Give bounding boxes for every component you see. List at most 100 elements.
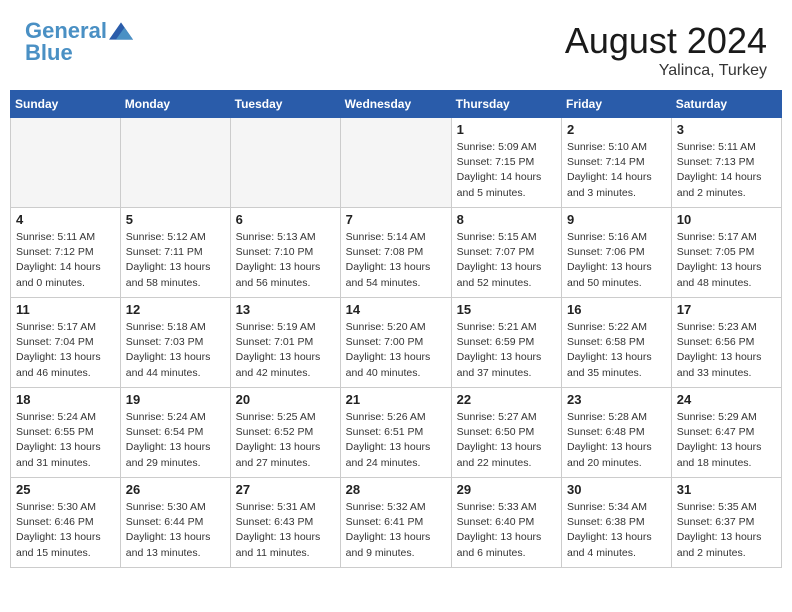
calendar-cell: 30Sunrise: 5:34 AMSunset: 6:38 PMDayligh… (562, 478, 672, 568)
day-info: Sunrise: 5:31 AMSunset: 6:43 PMDaylight:… (236, 500, 335, 561)
calendar-cell: 24 Sunrise: 5:29 AMSunset: 6:47 PMDayligh… (671, 388, 781, 478)
day-info: Sunrise: 5:22 AMSunset: 6:58 PMDaylight:… (567, 320, 666, 381)
calendar-cell: 6Sunrise: 5:13 AMSunset: 7:10 PMDaylight… (230, 208, 340, 298)
weekday-header-friday: Friday (562, 91, 672, 118)
day-number: 1 (457, 122, 556, 137)
calendar-cell: 26 Sunrise: 5:30 AMSunset: 6:44 PMDayligh… (120, 478, 230, 568)
calendar-cell: 12 Sunrise: 5:18 AMSunset: 7:03 PMDayligh… (120, 298, 230, 388)
logo-text: General (25, 20, 107, 42)
calendar-cell: 2 Sunrise: 5:10 AMSunset: 7:14 PMDaylight… (562, 118, 672, 208)
week-row-4: 25 Sunrise: 5:30 AMSunset: 6:46 PMDayligh… (11, 478, 782, 568)
day-number: 22 (457, 392, 556, 407)
calendar-cell (340, 118, 451, 208)
calendar-cell: 8Sunrise: 5:15 AMSunset: 7:07 PMDaylight… (451, 208, 561, 298)
day-info: Sunrise: 5:33 AMSunset: 6:40 PMDaylight:… (457, 500, 556, 561)
calendar-cell: 3Sunrise: 5:11 AMSunset: 7:13 PMDaylight… (671, 118, 781, 208)
weekday-header-thursday: Thursday (451, 91, 561, 118)
calendar-cell (230, 118, 340, 208)
calendar-cell: 27 Sunrise: 5:31 AMSunset: 6:43 PMDayligh… (230, 478, 340, 568)
day-number: 2 (567, 122, 666, 137)
day-info: Sunrise: 5:30 AMSunset: 6:46 PMDaylight:… (16, 500, 115, 561)
day-info: Sunrise: 5:16 AMSunset: 7:06 PMDaylight:… (567, 230, 666, 291)
day-number: 27 (236, 482, 335, 497)
day-info: Sunrise: 5:09 AMSunset: 7:15 PMDaylight:… (457, 140, 556, 201)
logo-icon (109, 22, 133, 40)
day-number: 21 (346, 392, 446, 407)
day-number: 23 (567, 392, 666, 407)
calendar-cell (11, 118, 121, 208)
calendar-cell: 16 Sunrise: 5:22 AMSunset: 6:58 PMDayligh… (562, 298, 672, 388)
logo-text2: Blue (25, 42, 133, 64)
calendar-cell: 7Sunrise: 5:14 AMSunset: 7:08 PMDaylight… (340, 208, 451, 298)
calendar-cell: 14 Sunrise: 5:20 AMSunset: 7:00 PMDayligh… (340, 298, 451, 388)
day-number: 9 (567, 212, 666, 227)
day-info: Sunrise: 5:19 AMSunset: 7:01 PMDaylight:… (236, 320, 335, 381)
calendar-cell: 4 Sunrise: 5:11 AMSunset: 7:12 PMDaylight… (11, 208, 121, 298)
day-info: Sunrise: 5:30 AMSunset: 6:44 PMDaylight:… (126, 500, 225, 561)
day-info: Sunrise: 5:12 AMSunset: 7:11 PMDaylight:… (126, 230, 225, 291)
weekday-header-saturday: Saturday (671, 91, 781, 118)
day-info: Sunrise: 5:26 AMSunset: 6:51 PMDaylight:… (346, 410, 446, 471)
calendar-cell: 9 Sunrise: 5:16 AMSunset: 7:06 PMDaylight… (562, 208, 672, 298)
day-info: Sunrise: 5:32 AMSunset: 6:41 PMDaylight:… (346, 500, 446, 561)
day-info: Sunrise: 5:10 AMSunset: 7:14 PMDaylight:… (567, 140, 666, 201)
day-number: 28 (346, 482, 446, 497)
header: General Blue August 2024 Yalinca, Turkey (10, 10, 782, 85)
day-info: Sunrise: 5:35 AMSunset: 6:37 PMDaylight:… (677, 500, 776, 561)
weekday-header-row: SundayMondayTuesdayWednesdayThursdayFrid… (11, 91, 782, 118)
day-number: 16 (567, 302, 666, 317)
day-number: 18 (16, 392, 115, 407)
calendar-cell: 22 Sunrise: 5:27 AMSunset: 6:50 PMDayligh… (451, 388, 561, 478)
calendar-cell: 25 Sunrise: 5:30 AMSunset: 6:46 PMDayligh… (11, 478, 121, 568)
day-number: 25 (16, 482, 115, 497)
day-info: Sunrise: 5:29 AMSunset: 6:47 PMDaylight:… (677, 410, 776, 471)
calendar-cell: 18 Sunrise: 5:24 AMSunset: 6:55 PMDayligh… (11, 388, 121, 478)
location: Yalinca, Turkey (565, 62, 767, 80)
calendar-cell: 15 Sunrise: 5:21 AMSunset: 6:59 PMDayligh… (451, 298, 561, 388)
day-number: 20 (236, 392, 335, 407)
day-info: Sunrise: 5:11 AMSunset: 7:13 PMDaylight:… (677, 140, 776, 201)
week-row-0: 1 Sunrise: 5:09 AMSunset: 7:15 PMDaylight… (11, 118, 782, 208)
day-number: 12 (126, 302, 225, 317)
day-info: Sunrise: 5:24 AMSunset: 6:55 PMDaylight:… (16, 410, 115, 471)
week-row-2: 11 Sunrise: 5:17 AMSunset: 7:04 PMDayligh… (11, 298, 782, 388)
calendar-table: SundayMondayTuesdayWednesdayThursdayFrid… (10, 90, 782, 568)
day-number: 17 (677, 302, 776, 317)
calendar-cell: 21 Sunrise: 5:26 AMSunset: 6:51 PMDayligh… (340, 388, 451, 478)
calendar-cell: 1 Sunrise: 5:09 AMSunset: 7:15 PMDaylight… (451, 118, 561, 208)
calendar-cell: 10Sunrise: 5:17 AMSunset: 7:05 PMDayligh… (671, 208, 781, 298)
day-number: 4 (16, 212, 115, 227)
title-block: August 2024 Yalinca, Turkey (565, 20, 767, 80)
day-number: 8 (457, 212, 556, 227)
day-number: 14 (346, 302, 446, 317)
day-info: Sunrise: 5:14 AMSunset: 7:08 PMDaylight:… (346, 230, 446, 291)
day-info: Sunrise: 5:17 AMSunset: 7:04 PMDaylight:… (16, 320, 115, 381)
day-number: 5 (126, 212, 225, 227)
day-info: Sunrise: 5:11 AMSunset: 7:12 PMDaylight:… (16, 230, 115, 291)
day-number: 29 (457, 482, 556, 497)
day-number: 31 (677, 482, 776, 497)
calendar-cell: 20 Sunrise: 5:25 AMSunset: 6:52 PMDayligh… (230, 388, 340, 478)
calendar-cell: 5 Sunrise: 5:12 AMSunset: 7:11 PMDaylight… (120, 208, 230, 298)
day-number: 24 (677, 392, 776, 407)
day-info: Sunrise: 5:24 AMSunset: 6:54 PMDaylight:… (126, 410, 225, 471)
day-info: Sunrise: 5:21 AMSunset: 6:59 PMDaylight:… (457, 320, 556, 381)
day-number: 15 (457, 302, 556, 317)
calendar-cell: 17Sunrise: 5:23 AMSunset: 6:56 PMDayligh… (671, 298, 781, 388)
day-info: Sunrise: 5:20 AMSunset: 7:00 PMDaylight:… (346, 320, 446, 381)
calendar-cell: 11 Sunrise: 5:17 AMSunset: 7:04 PMDayligh… (11, 298, 121, 388)
day-info: Sunrise: 5:28 AMSunset: 6:48 PMDaylight:… (567, 410, 666, 471)
calendar-cell: 13Sunrise: 5:19 AMSunset: 7:01 PMDayligh… (230, 298, 340, 388)
weekday-header-sunday: Sunday (11, 91, 121, 118)
month-year: August 2024 (565, 20, 767, 62)
calendar-cell: 29 Sunrise: 5:33 AMSunset: 6:40 PMDayligh… (451, 478, 561, 568)
day-number: 11 (16, 302, 115, 317)
day-number: 6 (236, 212, 335, 227)
calendar-cell: 23 Sunrise: 5:28 AMSunset: 6:48 PMDayligh… (562, 388, 672, 478)
day-info: Sunrise: 5:27 AMSunset: 6:50 PMDaylight:… (457, 410, 556, 471)
day-info: Sunrise: 5:18 AMSunset: 7:03 PMDaylight:… (126, 320, 225, 381)
week-row-1: 4 Sunrise: 5:11 AMSunset: 7:12 PMDaylight… (11, 208, 782, 298)
day-info: Sunrise: 5:25 AMSunset: 6:52 PMDaylight:… (236, 410, 335, 471)
day-number: 30 (567, 482, 666, 497)
day-number: 26 (126, 482, 225, 497)
